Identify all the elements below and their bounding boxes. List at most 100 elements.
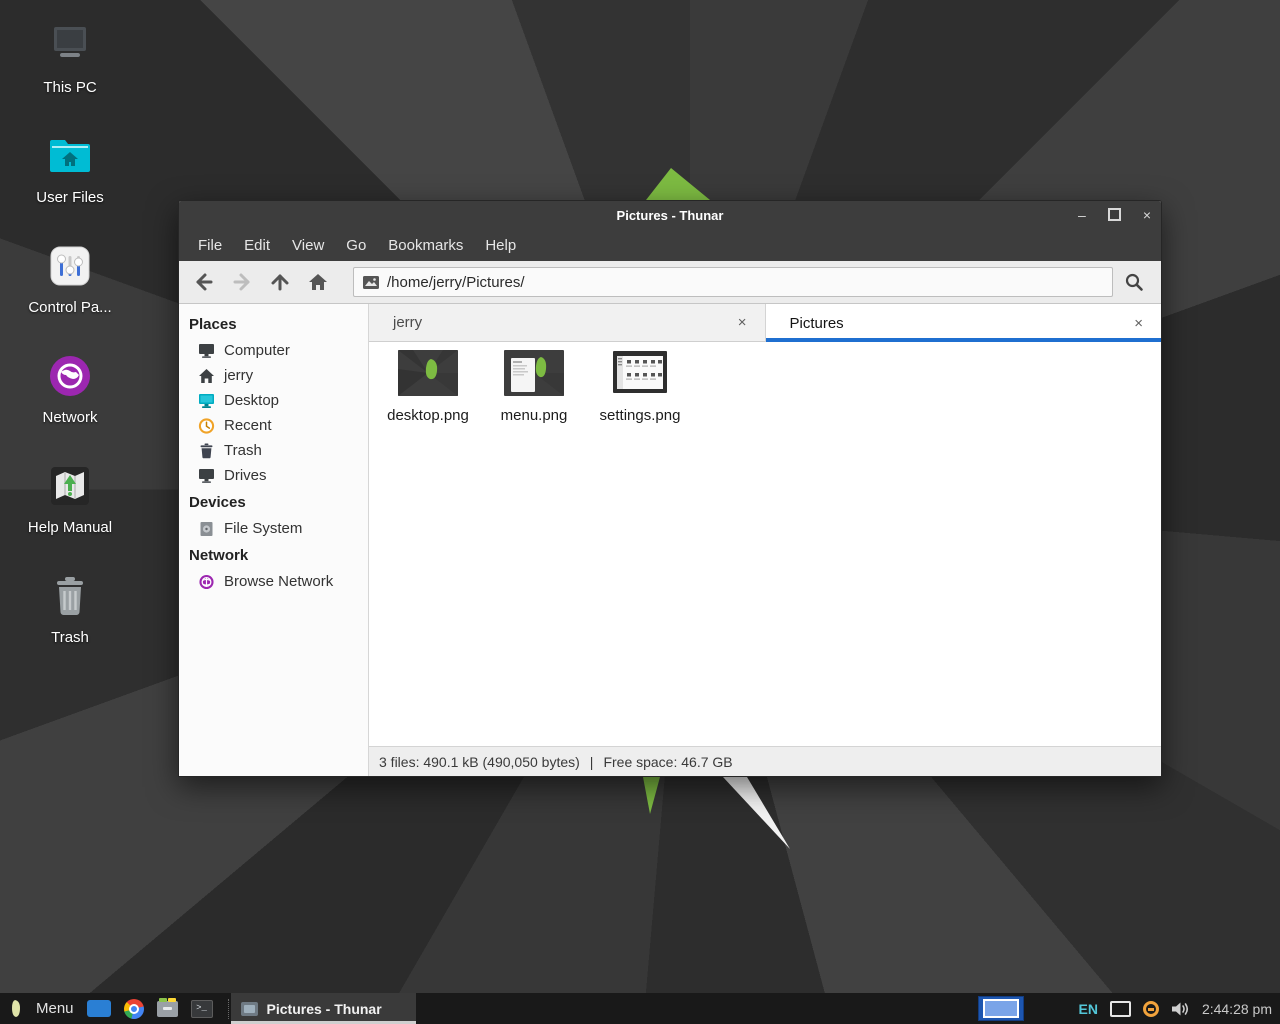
sidebar-header-network: Network	[179, 541, 368, 569]
desktop-icon-control-panel[interactable]: Control Pa...	[14, 240, 126, 350]
sidebar-item-recent[interactable]: Recent	[179, 413, 368, 438]
minimize-button[interactable]: –	[1078, 208, 1086, 222]
pc-icon	[44, 20, 96, 72]
drives-icon	[198, 468, 215, 484]
menu-go[interactable]: Go	[335, 232, 377, 259]
menu-edit[interactable]: Edit	[233, 232, 281, 259]
display-tray-icon[interactable]	[1110, 1001, 1131, 1017]
sidebar-item-label: Desktop	[224, 392, 279, 409]
menu-button[interactable]: Menu	[36, 1000, 74, 1017]
home-icon	[308, 272, 328, 292]
desktop-monitor-icon	[198, 393, 215, 409]
sidebar-item-jerry[interactable]: jerry	[179, 363, 368, 388]
taskbar-window-button[interactable]: Pictures - Thunar	[231, 993, 416, 1024]
tab-pictures[interactable]: Pictures ×	[766, 304, 1162, 342]
sidebar-item-computer[interactable]: Computer	[179, 338, 368, 363]
back-button[interactable]	[185, 266, 223, 298]
status-separator: |	[590, 754, 594, 770]
sidebar-item-label: Drives	[224, 467, 267, 484]
desktop-icon-user-files[interactable]: User Files	[14, 130, 126, 240]
desktop-icon-this-pc[interactable]: This PC	[14, 20, 126, 130]
network-globe-icon	[44, 350, 96, 402]
menu-view[interactable]: View	[281, 232, 335, 259]
status-bar: 3 files: 490.1 kB (490,050 bytes) | Free…	[369, 746, 1161, 776]
sidebar-header-devices: Devices	[179, 488, 368, 516]
menu-bookmarks[interactable]: Bookmarks	[377, 232, 474, 259]
taskbar-separator	[228, 999, 229, 1019]
search-button[interactable]	[1113, 266, 1155, 298]
main-panel: jerry × Pictures × desktop.png	[369, 304, 1161, 776]
sidebar-item-trash[interactable]: Trash	[179, 438, 368, 463]
tab-close-icon[interactable]: ×	[1128, 313, 1149, 334]
tab-close-icon[interactable]: ×	[732, 312, 753, 333]
desktop-icon-help-manual[interactable]: Help Manual	[14, 460, 126, 570]
file-desktop-png[interactable]: desktop.png	[379, 349, 477, 424]
search-icon	[1124, 272, 1144, 292]
forward-icon	[232, 272, 252, 292]
menu-file[interactable]: File	[187, 232, 233, 259]
folder-home-icon	[44, 130, 96, 182]
window-title: Pictures - Thunar	[179, 208, 1161, 223]
file-view[interactable]: desktop.png menu.png settings.png	[369, 342, 1161, 746]
sidebar-item-label: Computer	[224, 342, 290, 359]
file-name: menu.png	[501, 407, 568, 424]
maximize-button[interactable]	[1108, 208, 1121, 223]
control-panel-icon	[44, 240, 96, 292]
desktop-icon-label: This PC	[43, 79, 96, 96]
up-button[interactable]	[261, 266, 299, 298]
filesystem-drive-icon	[198, 521, 215, 537]
desktop-root: This PC User Files Control Pa... Network…	[0, 0, 1280, 1024]
terminal-icon[interactable]: >_	[191, 1000, 213, 1018]
file-manager-icon[interactable]	[157, 1001, 178, 1017]
trash-icon	[44, 570, 96, 622]
sidebar: Places Computer jerry Desktop Recent	[179, 304, 369, 776]
desktop-icon-network[interactable]: Network	[14, 350, 126, 460]
titlebar[interactable]: Pictures - Thunar – ×	[179, 201, 1161, 229]
computer-icon	[198, 343, 215, 359]
sidebar-item-file-system[interactable]: File System	[179, 516, 368, 541]
tab-jerry[interactable]: jerry ×	[369, 304, 766, 342]
sidebar-item-drives[interactable]: Drives	[179, 463, 368, 488]
browse-network-icon	[198, 574, 215, 590]
file-name: settings.png	[600, 407, 681, 424]
picture-icon	[363, 276, 379, 289]
file-menu-png[interactable]: menu.png	[485, 349, 583, 424]
desktop-icon-label: Help Manual	[28, 519, 112, 536]
desktop-icon-label: User Files	[36, 189, 104, 206]
forward-button[interactable]	[223, 266, 261, 298]
desktop-icon-label: Control Pa...	[28, 299, 111, 316]
update-manager-icon[interactable]	[1143, 1001, 1159, 1017]
show-desktop-icon[interactable]	[87, 1000, 111, 1017]
keyboard-layout-indicator[interactable]: EN	[1078, 1001, 1097, 1017]
desktop-icon-column: This PC User Files Control Pa... Network…	[14, 20, 126, 680]
home-button[interactable]	[299, 266, 337, 298]
task-window-label: Pictures - Thunar	[267, 1001, 382, 1017]
workspace-switcher[interactable]	[978, 996, 1024, 1021]
tab-label: jerry	[393, 314, 732, 331]
tab-label: Pictures	[790, 315, 1129, 332]
close-button[interactable]: ×	[1143, 208, 1151, 222]
menu-png-thumbnail	[501, 349, 567, 399]
file-settings-png[interactable]: settings.png	[591, 349, 689, 424]
sidebar-item-label: File System	[224, 520, 302, 537]
menu-help[interactable]: Help	[474, 232, 527, 259]
help-manual-icon	[44, 460, 96, 512]
back-icon	[194, 272, 214, 292]
desktop-png-thumbnail	[395, 349, 461, 399]
menubar: File Edit View Go Bookmarks Help	[179, 229, 1161, 261]
active-workspace	[983, 999, 1019, 1018]
desktop-icon-trash[interactable]: Trash	[14, 570, 126, 680]
up-icon	[270, 272, 290, 292]
sidebar-item-desktop[interactable]: Desktop	[179, 388, 368, 413]
maximize-icon	[1108, 208, 1121, 221]
desktop-icon-label: Network	[42, 409, 97, 426]
mint-menu-icon[interactable]	[8, 999, 23, 1018]
taskbar: Menu >_ Pictures - Thunar EN 2:44:28 pm	[0, 993, 1280, 1024]
volume-icon[interactable]	[1171, 1001, 1190, 1017]
sidebar-item-label: Browse Network	[224, 573, 333, 590]
sidebar-item-browse-network[interactable]: Browse Network	[179, 569, 368, 594]
chrome-icon[interactable]	[124, 999, 144, 1019]
file-name: desktop.png	[387, 407, 469, 424]
home-small-icon	[198, 368, 215, 384]
path-bar[interactable]: /home/jerry/Pictures/	[353, 267, 1113, 297]
